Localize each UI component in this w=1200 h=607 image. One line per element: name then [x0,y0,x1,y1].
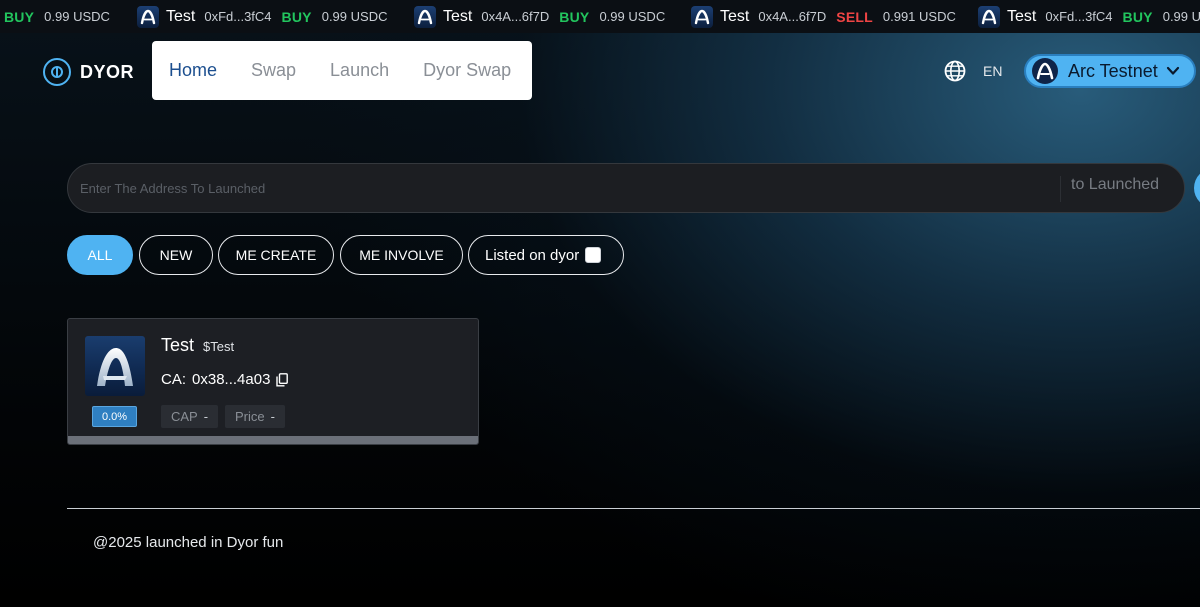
ticker-item[interactable]: Test 0x4A...6f7D BUY 0.99 USDC [414,0,665,33]
filter-new[interactable]: NEW [139,235,213,275]
filter-me-create[interactable]: ME CREATE [218,235,334,275]
cap-stat: CAP - [161,405,219,428]
ticker-item[interactable]: Test 0x4A...6f7D SELL 0.991 USDC [691,0,956,33]
ticker-amount: 0.99 USDC [44,9,110,24]
ca-label: CA: [161,371,187,388]
ticker-item[interactable]: Test 0xFd...3fC4 BUY 0.99 USDC [978,0,1200,33]
footer-text: @2025 launched in Dyor fun [93,534,284,551]
ticker-side: SELL [836,8,873,25]
token-card[interactable]: 0.0% Test $Test CA: 0x38...4a03 CAP - Pr… [67,318,479,445]
chevron-down-icon [1166,66,1180,75]
listed-filter-label: Listed on dyor [485,246,580,264]
ticker-item[interactable]: Test 0xFd...3fC4 BUY 0.99 USDC [137,0,387,33]
arc-network-icon [1032,58,1058,84]
nav-home[interactable]: Home [169,60,217,81]
footer-divider [67,508,1200,509]
brand[interactable]: DYOR [43,58,134,86]
search-divider [1060,176,1061,202]
filter-listed-on-dyor[interactable]: Listed on dyor [468,235,624,275]
token-logo-icon [691,5,713,28]
language-selector[interactable]: EN [983,63,1002,79]
ticker-amount: 0.99 USDC [1162,9,1200,24]
price-label: Price [235,409,265,424]
filter-me-involve[interactable]: ME INVOLVE [340,235,463,275]
ticker-side: BUY [4,8,35,25]
ticker-token-name: Test [443,7,473,25]
main-nav: Home Swap Launch Dyor Swap [152,41,532,100]
token-name: Test [161,335,195,355]
token-symbol: $Test [203,339,235,354]
ticker-token-name: Test [166,7,196,25]
cap-value: - [203,409,209,424]
trade-ticker: BUY 0.99 USDC Test 0xFd...3fC4 BUY 0.99 USDC T… [0,0,1200,33]
price-value: - [270,409,275,424]
progress-badge: 0.0% [92,406,137,427]
brand-name: DYOR [80,61,135,82]
ticker-amount: 0.99 USDC [321,9,388,24]
launch-search-bar: to Launched [67,163,1185,213]
token-logo-icon [85,336,145,396]
listed-checkbox[interactable] [585,247,602,263]
ticker-amount: 0.991 USDC [882,9,956,24]
token-logo-icon [137,5,159,28]
dyor-logo-icon [43,58,71,86]
ticker-address: 0x4A...6f7D [758,9,827,24]
nav-swap[interactable]: Swap [251,60,296,81]
ticker-side: BUY [559,8,590,25]
ca-value: 0x38...4a03 [192,371,271,388]
ticker-address: 0xFd...3fC4 [1045,9,1113,24]
globe-icon[interactable] [944,60,966,82]
nav-launch[interactable]: Launch [330,60,389,81]
price-stat: Price - [225,405,285,428]
ticker-side: BUY [281,8,312,25]
cap-label: CAP [171,409,198,424]
ticker-side: BUY [1122,8,1153,25]
filter-all[interactable]: ALL [67,235,133,275]
ticker-token-name: Test [1007,7,1037,25]
ticker-token-name: Test [720,7,750,25]
ticker-amount: 0.99 USDC [599,9,666,24]
token-logo-icon [978,5,1000,28]
ticker-address: 0x4A...6f7D [481,9,550,24]
address-search-input[interactable] [80,164,1040,212]
to-launched-button[interactable]: to Launched [1070,176,1159,194]
network-name: Arc Testnet [1068,60,1158,81]
network-selector-button[interactable]: Arc Testnet [1024,54,1196,88]
ticker-address: 0xFd...3fC4 [204,9,272,24]
contract-address: CA: 0x38...4a03 [161,371,289,388]
progress-bar [68,436,478,444]
token-logo-icon [414,5,436,28]
copy-icon[interactable] [276,372,289,387]
nav-dyor-swap[interactable]: Dyor Swap [423,60,511,81]
ticker-item[interactable]: BUY 0.99 USDC [4,0,110,33]
